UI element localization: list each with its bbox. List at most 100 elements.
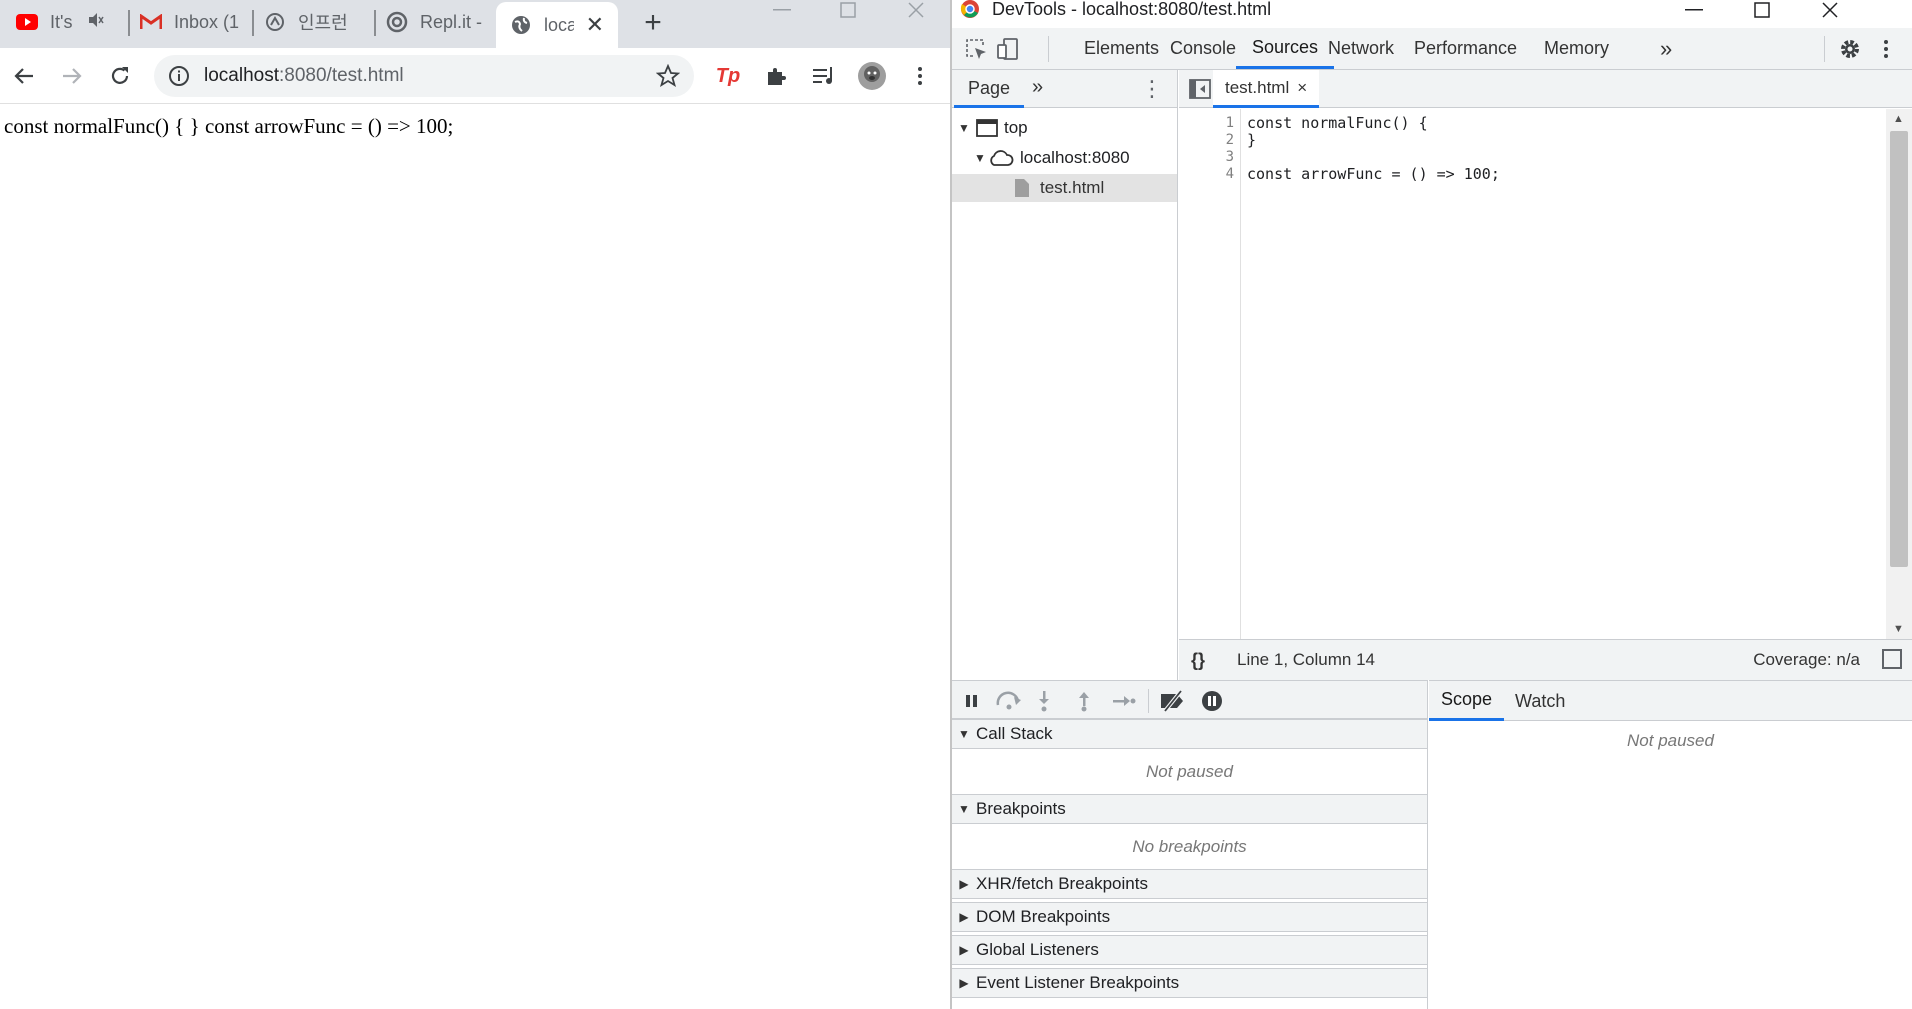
breakpoints-title: Breakpoints: [976, 799, 1066, 818]
scope-watch-pane: Scope Watch Not paused: [1429, 680, 1912, 1009]
tab-page[interactable]: Page: [968, 78, 1010, 99]
line-number[interactable]: 3: [1226, 149, 1234, 165]
navigator-header: Page » ⋮: [952, 70, 1177, 108]
globe-icon: [510, 14, 532, 36]
scope-empty: Not paused: [1627, 731, 1714, 750]
devtools-minimize-icon[interactable]: [1664, 0, 1724, 20]
breakpoints-header[interactable]: ▼ Breakpoints: [952, 794, 1427, 824]
collapse-triangle-icon[interactable]: ▶: [952, 910, 976, 924]
tab-network[interactable]: Network: [1312, 28, 1410, 69]
scroll-up-icon[interactable]: ▲: [1893, 113, 1904, 125]
xhr-breakpoints-header[interactable]: ▶ XHR/fetch Breakpoints: [952, 869, 1427, 899]
pause-on-exceptions-button[interactable]: [1200, 689, 1224, 713]
arrow-left-icon: [14, 68, 33, 84]
toolbar-divider: [1148, 689, 1149, 713]
close-file-tab-icon[interactable]: ×: [1297, 78, 1307, 98]
star-icon[interactable]: [656, 64, 680, 88]
tab-scope[interactable]: Scope: [1429, 681, 1505, 721]
close-window-icon[interactable]: [888, 0, 944, 20]
avatar[interactable]: [856, 60, 888, 92]
tab-watch[interactable]: Watch: [1503, 681, 1577, 721]
line-number[interactable]: 1: [1226, 115, 1234, 131]
expand-triangle-icon[interactable]: ▼: [956, 121, 972, 135]
editor-file-tab[interactable]: test.html ×: [1213, 70, 1320, 108]
menu-kebab-icon[interactable]: [904, 60, 936, 92]
file-tab-label: test.html: [1225, 77, 1290, 97]
tree-item-file[interactable]: test.html: [952, 174, 1177, 202]
tree-item-top[interactable]: ▼ top: [952, 114, 1177, 142]
address-bar[interactable]: localhost:8080/test.html: [154, 55, 694, 97]
code-area[interactable]: 1 2 3 4 const normalFunc() { } const arr…: [1179, 109, 1912, 639]
tab-inflearn[interactable]: 인프런: [264, 0, 372, 44]
tab-strip: It's r Inbox (1 인프런 Repl.it -: [0, 0, 950, 48]
tab-separator: [374, 10, 376, 36]
line-number[interactable]: 2: [1226, 132, 1234, 148]
editor-scrollbar[interactable]: ▲ ▼: [1886, 109, 1912, 639]
call-stack-empty: Not paused: [1146, 762, 1233, 781]
tab-memory[interactable]: Memory: [1528, 28, 1625, 69]
tab-youtube[interactable]: It's r: [16, 0, 126, 44]
customize-kebab-icon[interactable]: [1872, 36, 1900, 62]
expand-triangle-icon[interactable]: ▼: [952, 727, 976, 741]
tab-replit[interactable]: Repl.it -: [386, 0, 494, 44]
step-over-button[interactable]: [994, 689, 1024, 713]
dom-breakpoints-header[interactable]: ▶ DOM Breakpoints: [952, 902, 1427, 932]
devtools-tabbar: Elements Console Sources Network Perform…: [952, 28, 1912, 70]
step-into-icon: [1039, 691, 1049, 712]
event-listener-breakpoints-header[interactable]: ▶ Event Listener Breakpoints: [952, 968, 1427, 998]
navigator-menu-kebab-icon[interactable]: ⋮: [1141, 76, 1163, 102]
new-tab-button[interactable]: +: [636, 6, 670, 40]
pause-button[interactable]: [960, 689, 984, 713]
deactivate-breakpoints-button[interactable]: [1158, 689, 1188, 713]
pretty-print-button[interactable]: {}: [1191, 650, 1225, 671]
maximize-icon[interactable]: [820, 0, 876, 20]
step-icon: [1113, 696, 1136, 706]
global-listeners-header[interactable]: ▶ Global Listeners: [952, 935, 1427, 965]
device-toolbar-icon[interactable]: [994, 36, 1022, 62]
collapse-triangle-icon[interactable]: ▶: [952, 943, 976, 957]
code-line: const arrowFunc = () => 100;: [1247, 165, 1500, 183]
editor-status-bar: {} Line 1, Column 14 Coverage: n/a: [1179, 639, 1912, 680]
more-tabs-chevron-icon[interactable]: »: [1644, 28, 1688, 69]
scroll-down-icon[interactable]: ▼: [1893, 623, 1904, 635]
call-stack-header[interactable]: ▼ Call Stack: [952, 719, 1427, 749]
step-into-button[interactable]: [1032, 689, 1056, 713]
toggle-navigator-icon[interactable]: [1189, 78, 1211, 100]
tab-gmail[interactable]: Inbox (1: [140, 0, 250, 44]
scrollbar-thumb[interactable]: [1890, 131, 1908, 567]
browser-toolbar: localhost:8080/test.html Tp: [0, 48, 950, 104]
step-out-button[interactable]: [1072, 689, 1096, 713]
line-number[interactable]: 4: [1226, 166, 1234, 182]
devtools-close-icon[interactable]: [1800, 0, 1860, 20]
forward-button[interactable]: [56, 60, 88, 92]
back-button[interactable]: [8, 60, 40, 92]
devtools-maximize-icon[interactable]: [1732, 0, 1792, 20]
navigator-more-chevron-icon[interactable]: »: [1032, 76, 1043, 99]
close-tab-icon[interactable]: ✕: [576, 12, 604, 38]
global-listeners-title: Global Listeners: [976, 940, 1099, 959]
extensions-puzzle-icon[interactable]: [760, 60, 792, 92]
event-listener-breakpoints-title: Event Listener Breakpoints: [976, 973, 1180, 992]
coverage-toggle-icon[interactable]: [1882, 649, 1902, 669]
mute-icon[interactable]: [88, 12, 104, 33]
inspect-element-icon[interactable]: [962, 36, 990, 62]
page-tab-indicator: [954, 105, 1024, 108]
frame-icon: [976, 119, 998, 137]
settings-gear-icon[interactable]: [1836, 36, 1864, 62]
media-queue-icon[interactable]: [808, 60, 840, 92]
expand-triangle-icon[interactable]: ▼: [972, 151, 988, 165]
expand-triangle-icon[interactable]: ▼: [952, 802, 976, 816]
line-number-gutter[interactable]: 1 2 3 4: [1179, 109, 1241, 639]
step-button[interactable]: [1110, 689, 1138, 713]
minimize-icon[interactable]: [754, 0, 810, 20]
tab-localhost[interactable]: loca ✕: [496, 2, 618, 48]
reload-button[interactable]: [104, 60, 136, 92]
collapse-triangle-icon[interactable]: ▶: [952, 976, 976, 990]
tp-extension-icon[interactable]: Tp: [712, 60, 744, 92]
devtools-titlebar: DevTools - localhost:8080/test.html: [952, 0, 1912, 28]
browser-window: It's r Inbox (1 인프런 Repl.it -: [0, 0, 950, 1009]
info-icon[interactable]: [168, 65, 190, 87]
collapse-triangle-icon[interactable]: ▶: [952, 877, 976, 891]
tree-item-host[interactable]: ▼ localhost:8080: [952, 144, 1177, 172]
tab-performance[interactable]: Performance: [1398, 28, 1533, 69]
